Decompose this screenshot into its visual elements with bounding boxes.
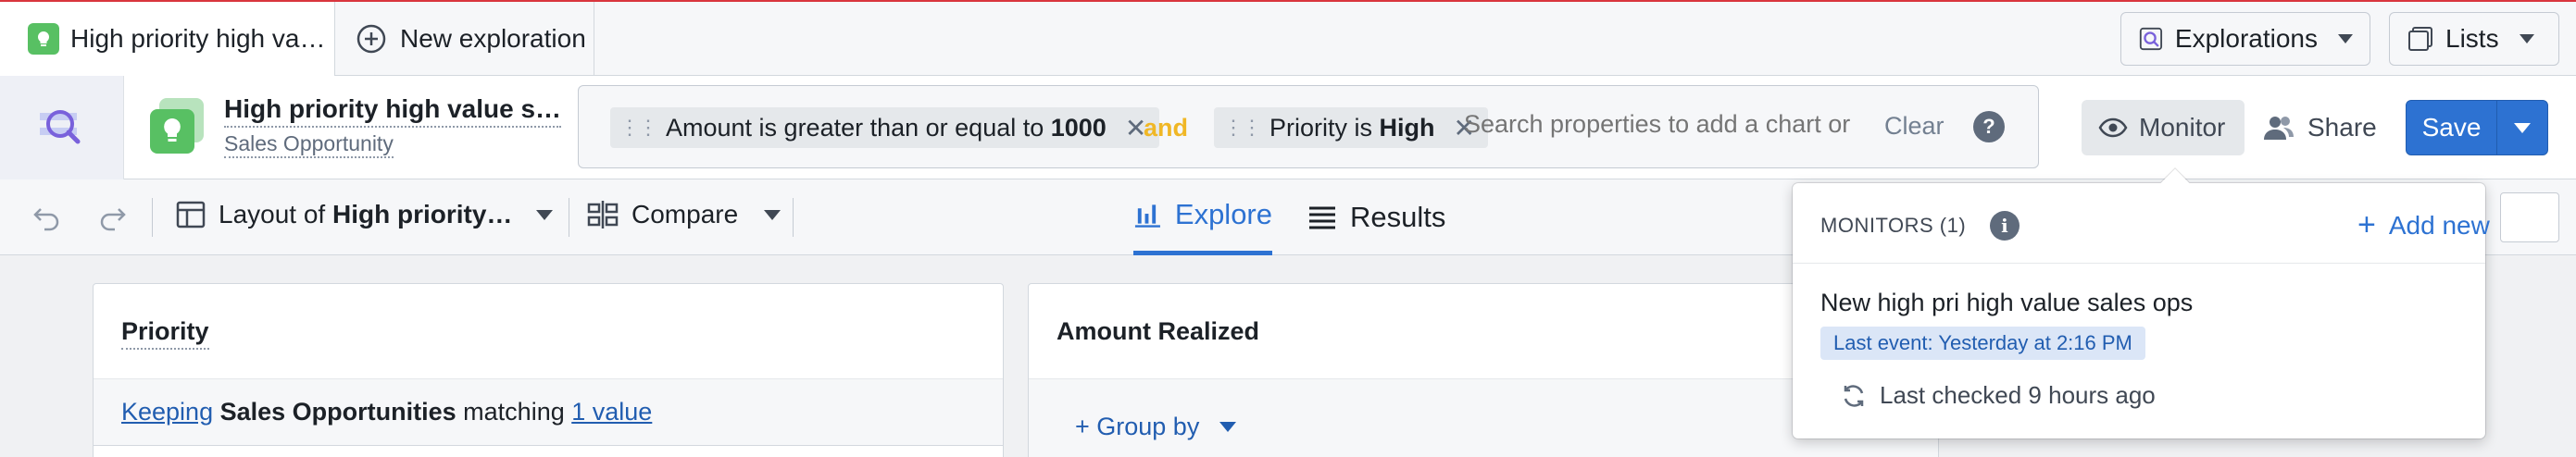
chevron-down-icon <box>764 209 782 220</box>
clear-filters-button[interactable]: Clear <box>1884 112 1945 141</box>
last-event-badge: Last event: Yesterday at 2:16 PM <box>1820 327 2145 360</box>
lists-dropdown[interactable]: Lists <box>2389 12 2559 66</box>
matching-text: matching <box>456 398 572 426</box>
list-icon <box>1309 206 1335 229</box>
tab-results[interactable]: Results <box>1307 179 1445 255</box>
filter-text: Amount is greater than or equal to <box>666 113 1051 142</box>
share-people-icon <box>2264 117 2294 140</box>
results-label: Results <box>1350 201 1446 233</box>
filter-chip-amount[interactable]: ⋮⋮ Amount is greater than or equal to 10… <box>610 107 1160 148</box>
monitor-button[interactable]: Monitor <box>2082 100 2245 155</box>
undo-icon[interactable] <box>31 202 63 233</box>
add-circle-icon <box>356 24 386 54</box>
explore-label: Explore <box>1174 197 1272 230</box>
add-monitor-button[interactable]: + Add new <box>2357 207 2490 243</box>
info-icon[interactable]: i <box>1990 211 2020 241</box>
object-type-link[interactable]: Sales Opportunity <box>224 131 394 158</box>
save-button-group: Save <box>2406 100 2548 155</box>
last-checked-text: Last checked 9 hours ago <box>1880 381 2156 409</box>
list-stack-icon <box>2408 27 2432 51</box>
toolbar-button[interactable] <box>2500 192 2559 242</box>
monitors-heading: MONITORS (1) i <box>1820 211 2020 241</box>
compare-icon <box>587 201 619 228</box>
card-filter-summary: Keeping Sales Opportunities matching 1 v… <box>94 379 1003 446</box>
layout-dropdown[interactable]: Layout of High priority… <box>176 200 554 229</box>
filter-value: 1000 <box>1050 113 1107 142</box>
app-logo[interactable] <box>0 76 124 179</box>
tab-exploration-active[interactable]: High priority high va… <box>0 2 335 76</box>
divider <box>793 198 794 237</box>
chevron-down-icon <box>536 209 554 220</box>
share-label: Share <box>2307 113 2377 142</box>
explorations-label: Explorations <box>2174 24 2318 53</box>
divider <box>152 198 153 237</box>
share-button[interactable]: Share <box>2263 100 2377 155</box>
refresh-icon <box>1844 384 1864 407</box>
object-plural: Sales Opportunities <box>219 398 456 426</box>
tab-label: New exploration <box>400 24 586 53</box>
filter-connector[interactable]: and <box>1144 114 1188 142</box>
save-options-button[interactable] <box>2497 101 2547 154</box>
card-title[interactable]: Priority <box>121 317 209 350</box>
help-icon[interactable]: ? <box>1973 111 2005 142</box>
tab-explore[interactable]: Explore <box>1133 179 1272 255</box>
bar-chart-icon <box>1134 204 1160 228</box>
layout-prefix: Layout of <box>219 200 332 228</box>
chevron-down-icon <box>2519 34 2534 43</box>
filter-text: Priority is <box>1269 113 1380 142</box>
drag-handle-icon[interactable]: ⋮⋮ <box>1223 116 1262 140</box>
filter-value: High <box>1379 113 1435 142</box>
filter-bar: ⋮⋮ Amount is greater than or equal to 10… <box>578 85 2039 168</box>
monitors-heading-text: MONITORS (1) <box>1820 214 1967 237</box>
value-count-link[interactable]: 1 value <box>571 398 652 426</box>
last-checked-status: Last checked 9 hours ago <box>1841 381 2156 410</box>
divider <box>1793 263 2485 264</box>
tab-label: High priority high va… <box>70 24 326 53</box>
plus-icon: + <box>2357 207 2376 242</box>
save-button[interactable]: Save <box>2407 101 2497 154</box>
lightbulb-icon <box>150 98 204 154</box>
lists-label: Lists <box>2445 24 2499 53</box>
chevron-down-icon <box>1219 422 1237 432</box>
keeping-link[interactable]: Keeping <box>121 398 213 426</box>
exploration-title[interactable]: High priority high value s… <box>224 94 562 128</box>
chevron-down-icon <box>2514 122 2531 133</box>
filter-search-input[interactable] <box>1464 110 1853 139</box>
search-document-icon <box>2139 27 2163 51</box>
priority-card: Priority Keeping Sales Opportunities mat… <box>93 283 1004 457</box>
drag-handle-icon[interactable]: ⋮⋮ <box>619 116 658 140</box>
tab-new-exploration[interactable]: New exploration <box>335 2 594 76</box>
redo-icon[interactable] <box>96 202 128 233</box>
monitors-popover: MONITORS (1) i + Add new New high pri hi… <box>1793 168 2490 438</box>
lightbulb-icon <box>28 23 59 55</box>
card-title[interactable]: Amount Realized <box>1057 317 1259 346</box>
explorations-dropdown[interactable]: Explorations <box>2120 12 2370 66</box>
compare-dropdown[interactable]: Compare <box>587 200 782 229</box>
object-explorer-icon <box>39 110 80 144</box>
chevron-down-icon <box>2338 34 2353 43</box>
add-new-label: Add new <box>2388 210 2490 240</box>
exploration-header: High priority high value s… Sales Opport… <box>0 76 2576 179</box>
tab-bar: High priority high va… New exploration E… <box>0 0 2576 76</box>
layout-name: High priority… <box>331 200 513 228</box>
filter-summary: Keeping Sales Opportunities matching 1 v… <box>121 398 652 426</box>
compare-label: Compare <box>631 200 739 228</box>
eye-icon <box>2098 117 2128 138</box>
group-by-label: + Group by <box>1075 413 1200 440</box>
monitor-name[interactable]: New high pri high value sales ops <box>1820 289 2193 317</box>
layout-icon <box>176 201 206 228</box>
monitor-label: Monitor <box>2139 113 2226 142</box>
filter-chip-priority[interactable]: ⋮⋮ Priority is High ✕ <box>1214 107 1488 148</box>
group-by-button[interactable]: + Group by <box>1075 413 1237 441</box>
